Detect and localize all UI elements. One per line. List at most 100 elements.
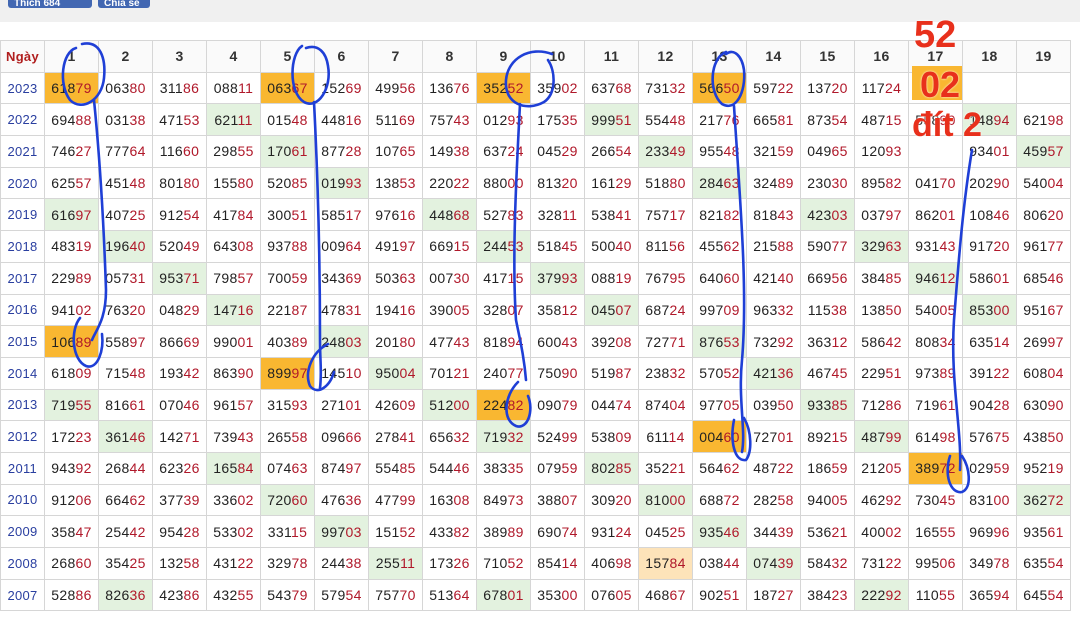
like-button[interactable]: Thích 684 xyxy=(8,0,92,9)
result-cell: 93385 xyxy=(800,388,855,422)
result-tail: 99 xyxy=(885,428,902,445)
year-label[interactable]: 2010 xyxy=(0,483,45,517)
result-tail: 11 xyxy=(400,555,416,572)
result-cell: 32811 xyxy=(530,198,585,232)
result-tail: 71 xyxy=(183,270,200,287)
result-cell: 40389 xyxy=(260,325,315,358)
result-tail: 02 xyxy=(885,523,902,540)
result-head: 240 xyxy=(483,365,508,382)
result-cell: 91254 xyxy=(152,198,207,232)
result-cell: 81843 xyxy=(746,198,801,232)
result-cell: 56650 xyxy=(692,71,747,105)
result-cell: 18659 xyxy=(800,451,855,485)
result-cell: 76795 xyxy=(638,261,693,295)
result-cell: 04965 xyxy=(800,135,855,168)
result-tail: 60 xyxy=(723,270,740,287)
year-label[interactable]: 2009 xyxy=(0,515,45,548)
share-button[interactable]: Chia sẻ xyxy=(98,0,150,9)
result-cell: 04170 xyxy=(908,166,963,200)
result-head: 576 xyxy=(969,428,994,445)
result-head: 597 xyxy=(753,80,778,97)
result-tail: 93 xyxy=(291,396,308,413)
result-tail: 67 xyxy=(669,587,686,604)
result-head: 012 xyxy=(483,111,508,128)
result-cell: 62326 xyxy=(152,451,207,485)
result-cell: 77764 xyxy=(98,135,153,168)
result-cell: 05731 xyxy=(98,261,153,295)
result-head: 038 xyxy=(699,555,724,572)
year-label[interactable]: 2018 xyxy=(0,230,45,263)
result-head: 392 xyxy=(591,333,616,350)
result-cell: 80620 xyxy=(1016,198,1071,232)
result-head: 400 xyxy=(861,523,886,540)
year-label[interactable]: 2022 xyxy=(0,103,45,137)
year-label[interactable]: 2019 xyxy=(0,198,45,232)
result-tail: 90 xyxy=(1047,396,1064,413)
result-cell: 97705 xyxy=(692,388,747,422)
result-cell: 54005 xyxy=(908,293,963,327)
result-head: 352 xyxy=(483,80,508,97)
year-label[interactable]: 2008 xyxy=(0,547,45,580)
result-head: 732 xyxy=(753,333,778,350)
result-cell: 42140 xyxy=(746,261,801,295)
annotation-dit-2: đít 2 xyxy=(912,106,982,144)
result-head: 853 xyxy=(969,301,994,318)
result-tail: 48 xyxy=(291,111,308,128)
table-row: 2009 35847 25442 95428 53302 33115 99703 15152 4… xyxy=(0,515,1071,548)
result-cell: 07439 xyxy=(746,547,801,580)
year-label[interactable]: 2021 xyxy=(0,135,45,168)
result-tail: 86 xyxy=(885,396,902,413)
year-label[interactable]: 2023 xyxy=(0,71,45,105)
result-head: 462 xyxy=(861,491,886,508)
result-tail: 25 xyxy=(129,206,146,223)
result-head: 107 xyxy=(375,143,400,160)
result-cell: 04474 xyxy=(584,388,639,422)
result-head: 384 xyxy=(807,587,832,604)
result-head: 106 xyxy=(51,333,76,350)
result-cell: 09666 xyxy=(314,420,369,453)
year-label[interactable]: 2011 xyxy=(0,451,45,485)
result-head: 037 xyxy=(861,206,886,223)
result-cell: 47153 xyxy=(152,103,207,137)
result-cell: 61809 xyxy=(44,356,99,390)
year-label[interactable]: 2017 xyxy=(0,261,45,295)
result-head: 300 xyxy=(267,206,292,223)
result-tail: 30 xyxy=(831,175,848,192)
result-head: 379 xyxy=(537,270,562,287)
result-cell: 10689 xyxy=(44,325,99,358)
result-cell: 91206 xyxy=(44,483,99,517)
result-head: 543 xyxy=(267,587,292,604)
result-head: 298 xyxy=(213,143,238,160)
result-tail: 86 xyxy=(183,587,200,604)
result-tail: 23 xyxy=(831,587,848,604)
result-tail: 24 xyxy=(669,301,686,318)
result-tail: 82 xyxy=(453,523,470,540)
result-tail: 62 xyxy=(129,491,146,508)
year-label[interactable]: 2013 xyxy=(0,388,45,422)
year-label[interactable]: 2016 xyxy=(0,293,45,327)
result-tail: 47 xyxy=(75,523,92,540)
result-cell: 63514 xyxy=(962,325,1017,358)
year-label[interactable]: 2012 xyxy=(0,420,45,453)
result-cell: 48715 xyxy=(854,103,909,137)
result-cell: 64554 xyxy=(1016,578,1071,612)
year-label[interactable]: 2020 xyxy=(0,166,45,200)
result-cell: 33602 xyxy=(206,483,261,517)
result-cell: 53809 xyxy=(584,420,639,453)
result-head: 802 xyxy=(591,460,616,477)
result-cell: 71286 xyxy=(854,388,909,422)
result-tail: 09 xyxy=(399,396,416,413)
year-label[interactable]: 2014 xyxy=(0,356,45,390)
result-head: 365 xyxy=(969,587,994,604)
result-tail: 89 xyxy=(777,175,794,192)
result-head: 511 xyxy=(375,111,400,128)
year-label[interactable]: 2015 xyxy=(0,325,45,358)
result-cell: 07463 xyxy=(260,451,315,485)
result-cell: 03138 xyxy=(98,103,153,137)
result-cell: 47831 xyxy=(314,293,369,327)
year-label[interactable]: 2007 xyxy=(0,578,45,612)
result-cell: 99703 xyxy=(314,515,369,548)
result-tail: 68 xyxy=(615,80,632,97)
result-tail: 38 xyxy=(129,111,146,128)
result-head: 311 xyxy=(159,80,184,97)
